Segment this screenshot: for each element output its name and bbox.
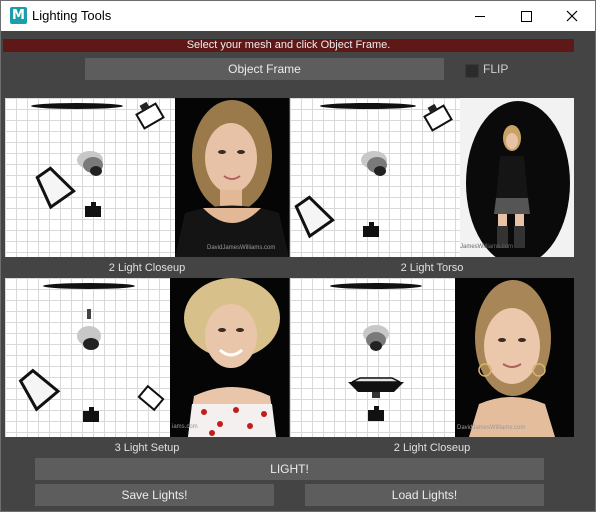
maximize-button[interactable] bbox=[503, 1, 549, 31]
save-lights-button[interactable]: Save Lights! bbox=[35, 484, 274, 506]
preset-2-light-closeup-alt[interactable]: DavidJamesWilliams.com bbox=[290, 278, 574, 437]
photo-watermark: DavidJamesWilliams.com bbox=[207, 245, 276, 251]
softbox-icon bbox=[35, 166, 76, 210]
camera-icon bbox=[363, 222, 379, 237]
octabox-icon bbox=[348, 377, 404, 398]
preset-caption: 2 Light Closeup bbox=[108, 262, 186, 274]
reference-photo: JamesWilliams.com bbox=[460, 98, 574, 257]
object-frame-button[interactable]: Object Frame bbox=[85, 58, 444, 80]
softbox-icon bbox=[294, 195, 335, 239]
preset-caption: 2 Light Torso bbox=[400, 262, 464, 274]
preset-2-light-torso[interactable]: JamesWilliams.com bbox=[290, 98, 574, 257]
minimize-button[interactable] bbox=[457, 1, 503, 31]
camera-icon bbox=[368, 406, 384, 421]
close-button[interactable] bbox=[549, 1, 595, 31]
preset-caption: 3 Light Setup bbox=[114, 442, 180, 454]
photo-watermark: JamesWilliams.com bbox=[460, 244, 514, 250]
tool-panel: Select your mesh and click Object Frame.… bbox=[1, 31, 595, 511]
reference-photo: DavidJamesWilliams.com bbox=[175, 98, 289, 257]
lighting-diagram bbox=[290, 278, 455, 437]
softbox-icon bbox=[423, 103, 453, 132]
photo-watermark: iams.com bbox=[172, 424, 198, 430]
spotlight-icon bbox=[77, 309, 101, 350]
beauty-dish-icon bbox=[363, 325, 389, 351]
softbox-icon bbox=[18, 368, 61, 412]
camera-icon bbox=[83, 407, 99, 422]
photo-watermark: DavidJamesWilliams.com bbox=[457, 425, 526, 431]
beauty-dish-icon bbox=[77, 151, 103, 176]
backdrop-shape bbox=[330, 283, 422, 289]
backdrop-shape bbox=[31, 103, 123, 109]
title-bar[interactable]: M Lighting Tools bbox=[1, 1, 595, 31]
maya-m-icon: M bbox=[10, 7, 27, 24]
softbox-icon bbox=[135, 101, 165, 130]
close-icon bbox=[566, 10, 578, 22]
maximize-icon bbox=[521, 11, 532, 22]
preset-caption: 2 Light Closeup bbox=[393, 442, 471, 454]
reference-photo: iams.com bbox=[170, 278, 289, 437]
preset-2-light-closeup[interactable]: DavidJamesWilliams.com bbox=[5, 98, 289, 257]
camera-icon bbox=[85, 202, 101, 217]
flip-label: FLIP bbox=[483, 62, 509, 76]
preset-3-light-setup[interactable]: iams.com bbox=[5, 278, 289, 437]
beauty-dish-icon bbox=[361, 151, 387, 176]
lighting-diagram bbox=[5, 278, 170, 437]
backdrop-shape bbox=[43, 283, 135, 289]
minimize-icon bbox=[475, 16, 485, 17]
backdrop-shape bbox=[320, 103, 416, 109]
flip-checkbox[interactable] bbox=[465, 64, 479, 78]
instruction-banner: Select your mesh and click Object Frame. bbox=[3, 39, 574, 52]
lighting-tools-window: M Lighting Tools Select your mesh and cl… bbox=[0, 0, 596, 512]
load-lights-button[interactable]: Load Lights! bbox=[305, 484, 544, 506]
softbox-icon bbox=[137, 384, 165, 412]
reference-photo: DavidJamesWilliams.com bbox=[455, 278, 574, 437]
lighting-diagram bbox=[290, 98, 460, 257]
lighting-diagram bbox=[5, 98, 175, 257]
light-button[interactable]: LIGHT! bbox=[35, 458, 544, 480]
window-title: Lighting Tools bbox=[32, 8, 112, 23]
